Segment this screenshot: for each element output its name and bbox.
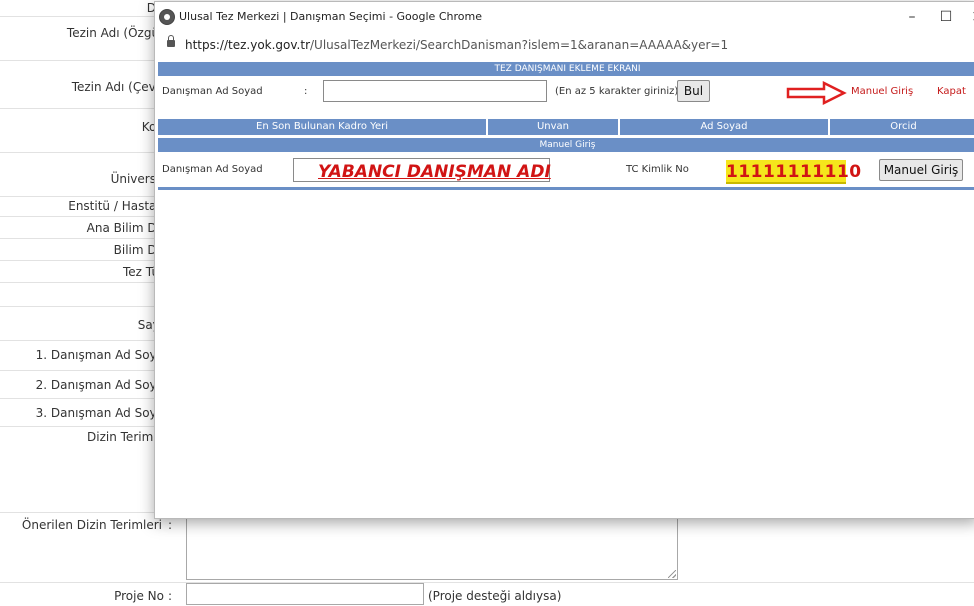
manual-entry-button[interactable]: Manuel Giriş	[879, 159, 963, 181]
form-label: Önerilen Dizin Terimleri	[21, 518, 162, 532]
form-colon: :	[168, 589, 173, 603]
maximize-button[interactable]: ☐	[931, 6, 961, 28]
url-path: /UlusalTezMerkezi/SearchDanisman?islem=1…	[310, 38, 729, 52]
form-label: Dizin Terimle	[87, 430, 164, 444]
column-header: Orcid	[890, 121, 917, 132]
window-titlebar[interactable]: Ulusal Tez Merkezi | Danışman Seçimi - G…	[155, 2, 974, 32]
form-label: Proje No	[114, 589, 164, 603]
manual-name-value: YABANCI DANIŞMAN ADI	[318, 162, 551, 182]
colon: :	[304, 86, 308, 97]
column-header: Ad Soyad	[700, 121, 748, 132]
address-bar[interactable]: https://tez.yok.gov.tr/UlusalTezMerkezi/…	[155, 32, 974, 58]
advisor-search-input[interactable]	[323, 80, 547, 102]
project-no-input[interactable]	[186, 583, 424, 605]
window-title: Ulusal Tez Merkezi | Danışman Seçimi - G…	[179, 10, 482, 23]
form-label: Tezin Adı (Özgür	[66, 26, 164, 40]
section-divider	[158, 187, 974, 190]
close-link[interactable]: Kapat	[937, 86, 966, 97]
tc-id-label: TC Kimlik No	[626, 164, 689, 175]
lock-icon	[167, 35, 175, 47]
suggested-index-terms-textarea[interactable]	[186, 518, 678, 580]
url-host: https://tez.yok.gov.tr	[185, 38, 311, 52]
manual-name-label: Danışman Ad Soyad	[162, 164, 263, 175]
minimize-button[interactable]: –	[897, 6, 927, 28]
resize-grip-icon[interactable]	[668, 570, 676, 578]
find-button[interactable]: Bul	[677, 80, 710, 102]
form-label: Ana Bilim Da	[86, 221, 164, 235]
form-label: 3. Danışman Ad Soya	[35, 406, 164, 420]
red-arrow-icon	[786, 81, 847, 105]
project-hint: (Proje desteği aldıysa)	[428, 589, 562, 603]
section-title: TEZ DANIŞMANI EKLEME EKRANI	[158, 62, 974, 76]
url-text[interactable]: https://tez.yok.gov.tr/UlusalTezMerkezi/…	[185, 38, 728, 52]
results-table-header: En Son Bulunan Kadro Yeri Unvan Ad Soyad…	[158, 119, 974, 135]
popup-content: TEZ DANIŞMANI EKLEME EKRANI Danışman Ad …	[155, 59, 974, 518]
form-label: 1. Danışman Ad Soya	[35, 348, 164, 362]
form-label: Tezin Adı (Çevir	[71, 80, 164, 94]
search-hint: (En az 5 karakter giriniz)	[555, 86, 679, 97]
manual-entry-row: Danışman Ad Soyad YABANCI DANIŞMAN ADI T…	[158, 152, 974, 186]
column-header: En Son Bulunan Kadro Yeri	[256, 121, 388, 132]
manual-entry-link[interactable]: Manuel Giriş	[851, 86, 913, 97]
form-label: Enstitü / Hastan	[68, 199, 164, 213]
manual-entry-section-title: Manuel Giriş	[158, 138, 974, 152]
form-colon: :	[168, 518, 173, 532]
advisor-name-label: Danışman Ad Soyad	[162, 86, 263, 97]
tc-id-input[interactable]: 11111111110	[726, 160, 861, 184]
column-header: Unvan	[536, 121, 570, 132]
close-window-button[interactable]: ✕	[963, 6, 974, 28]
form-label: 2. Danışman Ad Soya	[35, 378, 164, 392]
search-row: Danışman Ad Soyad : (En az 5 karakter gi…	[158, 76, 974, 106]
advisor-selection-popup: Ulusal Tez Merkezi | Danışman Seçimi - G…	[154, 1, 974, 519]
chrome-icon	[159, 9, 175, 25]
